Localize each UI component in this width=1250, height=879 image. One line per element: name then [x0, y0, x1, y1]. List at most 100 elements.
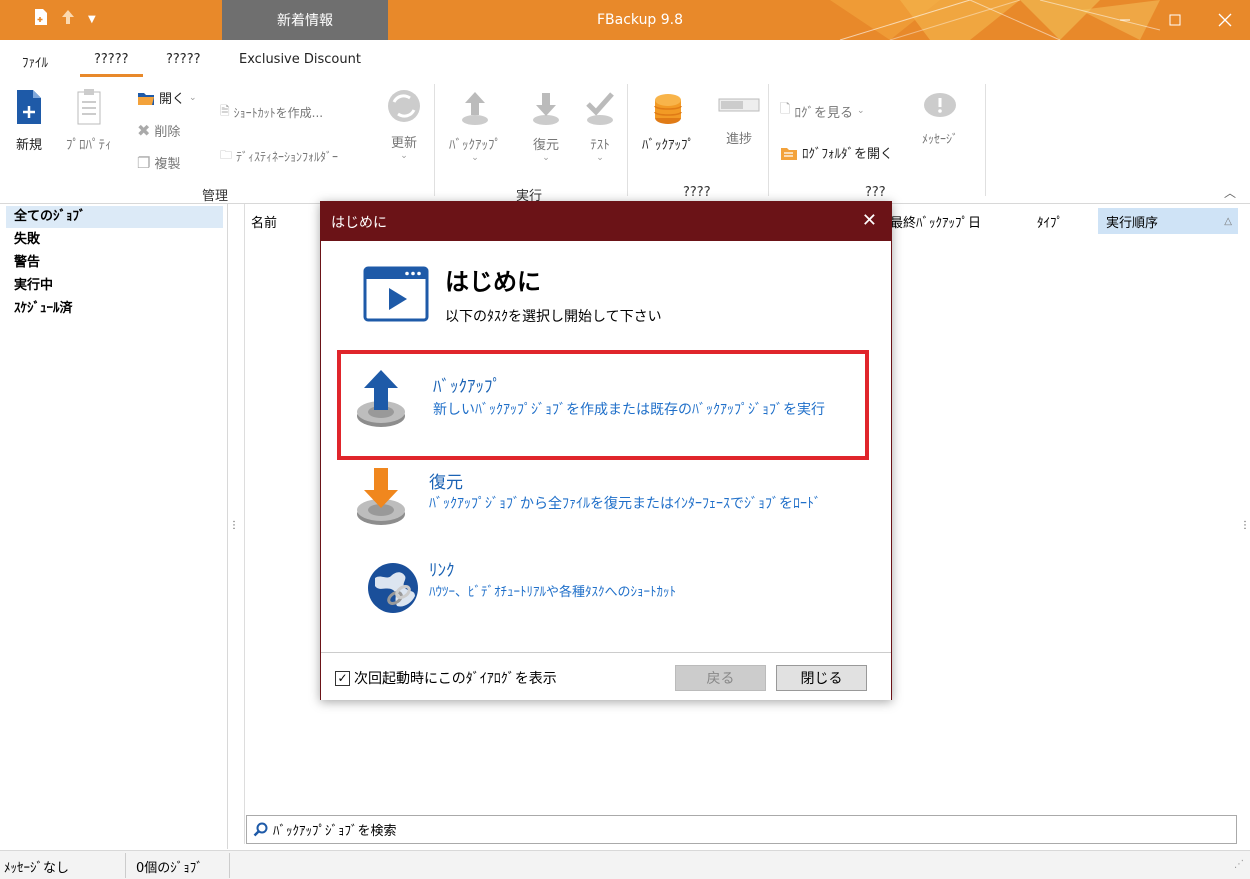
checkmark-icon — [586, 92, 614, 125]
update-button[interactable]: 更新 ⌄ — [386, 88, 422, 161]
getting-started-dialog: はじめに ✕ はじめに 以下のﾀｽｸを選択し開始して下さい ﾊﾞｯｸｱｯﾌﾟ 新… — [320, 201, 892, 700]
splitter-handle[interactable]: ⋮ — [229, 520, 239, 531]
chevron-down-icon: ⌄ — [471, 153, 479, 163]
view-log-button[interactable]: 🗋 ﾛｸﾞを見る ⌄ — [780, 100, 865, 122]
search-box[interactable]: ﾊﾞｯｸｱｯﾌﾟｼﾞｮﾌﾞを検索 — [246, 815, 1237, 844]
back-button[interactable]: 戻る — [675, 665, 766, 691]
ribbon-separator — [768, 84, 769, 196]
new-file-icon[interactable] — [34, 8, 48, 30]
title-bar: ▼ 新着情報 FBackup 9.8 — [0, 0, 1250, 40]
close-button[interactable]: 閉じる — [776, 665, 867, 691]
delete-label: 削除 — [154, 125, 181, 140]
create-shortcut-label: ｼｮｰﾄｶｯﾄを作成... — [233, 106, 324, 120]
messages-label: ﾒｯｾｰｼﾞ — [922, 132, 959, 146]
status-job-count: 0個のｼﾞｮﾌﾞ — [136, 861, 203, 876]
duplicate-button[interactable]: ❐ 複製 — [137, 153, 181, 173]
task-backup-description: 新しいﾊﾞｯｸｱｯﾌﾟｼﾞｮﾌﾞを作成または既存のﾊﾞｯｸｱｯﾌﾟｼﾞｮﾌﾞを実… — [433, 402, 825, 418]
sidebar-item-warning[interactable]: 警告 — [0, 251, 227, 274]
log-folder-icon — [781, 147, 797, 160]
open-log-folder-label: ﾛｸﾞﾌｫﾙﾀﾞを開く — [802, 147, 894, 162]
destination-folder-label: ﾃﾞｨｽﾃｨﾈｰｼｮﾝﾌｫﾙﾀﾞｰ — [236, 150, 339, 164]
task-backup[interactable]: ﾊﾞｯｸｱｯﾌﾟ 新しいﾊﾞｯｸｱｯﾌﾟｼﾞｮﾌﾞを作成または既存のﾊﾞｯｸｱｯ… — [337, 350, 869, 460]
checkbox-checked-icon: ✓ — [335, 670, 350, 686]
folder-icon: 🗀 — [220, 148, 233, 162]
dialog-close-icon[interactable]: ✕ — [862, 210, 877, 231]
tab-exclusive-discount[interactable]: Exclusive Discount — [239, 52, 361, 67]
chevron-down-icon: ⌄ — [542, 153, 550, 163]
log-icon: 🗋 — [780, 102, 791, 117]
close-icon — [1218, 13, 1232, 27]
progress-button[interactable]: 進捗 — [718, 98, 760, 147]
search-input[interactable]: ﾊﾞｯｸｱｯﾌﾟｼﾞｮﾌﾞを検索 — [273, 820, 397, 839]
sidebar-item-running[interactable]: 実行中 — [0, 274, 227, 297]
video-tutorial-icon — [363, 266, 429, 322]
sort-ascending-icon: △ — [1224, 215, 1232, 227]
create-shortcut-button[interactable]: 🗎 ｼｮｰﾄｶｯﾄを作成... — [220, 102, 323, 123]
delete-button[interactable]: ✖ 削除 — [137, 121, 180, 140]
globe-link-icon — [368, 563, 418, 613]
show-on-startup-label: 次回起動時にこのﾀﾞｲｱﾛｸﾞを表示 — [354, 671, 557, 687]
status-separator — [229, 853, 230, 878]
sidebar-item-failed[interactable]: 失敗 — [0, 228, 227, 251]
restore-button[interactable]: 復元 ⌄ — [530, 90, 562, 163]
upload-icon[interactable] — [60, 9, 76, 29]
resize-grip-icon[interactable]: ⋰ — [1234, 859, 1244, 870]
new-button[interactable]: 新規 — [14, 88, 44, 153]
dialog-title-bar: はじめに ✕ — [321, 202, 891, 241]
properties-label: ﾌﾟﾛﾊﾟﾃｨ — [66, 138, 112, 153]
shortcut-icon: 🗎 — [220, 104, 230, 118]
maximize-icon — [1169, 14, 1181, 26]
tab-home[interactable]: ????? — [80, 52, 142, 77]
column-run-order-label: 実行順序 — [1106, 215, 1159, 231]
right-splitter-handle[interactable]: ⋮ — [1240, 520, 1250, 531]
alert-bubble-icon — [924, 93, 956, 117]
progress-bar-icon — [718, 98, 760, 112]
run-backup-label: ﾊﾞｯｸｱｯﾌﾟ — [449, 138, 501, 153]
column-type[interactable]: ﾀｲﾌﾟ — [1037, 208, 1063, 234]
minimize-icon — [1120, 19, 1130, 21]
chevron-down-icon: ⌄ — [400, 151, 408, 161]
tab-file[interactable]: ﾌｧｲﾙ — [22, 52, 48, 71]
progress-label: 進捗 — [725, 132, 752, 147]
maximize-button[interactable] — [1150, 0, 1200, 40]
ribbon-separator — [627, 84, 628, 196]
quick-access-dropdown-icon[interactable]: ▼ — [88, 14, 96, 25]
globe-refresh-icon — [388, 90, 420, 122]
minimize-button[interactable] — [1100, 0, 1150, 40]
task-backup-title: ﾊﾞｯｸｱｯﾌﾟ — [433, 377, 501, 397]
task-links[interactable]: ﾘﾝｸ ﾊｳﾂｰ、ﾋﾞﾃﾞｵﾁｭｰﾄﾘｱﾙや各種ﾀｽｸへのｼｮｰﾄｶｯﾄ — [337, 554, 869, 624]
ribbon: 新規 ﾌﾟﾛﾊﾟﾃｨ 開く ⌄ ✖ 削除 ❐ 複製 🗎 ｼｮｰﾄｶｯﾄを作成..… — [0, 78, 1250, 204]
sidebar-item-all-jobs[interactable]: 全てのｼﾞｮﾌﾞ — [6, 206, 223, 228]
open-button[interactable]: 開く ⌄ — [137, 88, 197, 107]
group-label-manage: 管理 — [202, 189, 229, 204]
group-label-q3: ??? — [865, 185, 886, 200]
whats-new-tab[interactable]: 新着情報 — [222, 0, 388, 40]
column-last-backup[interactable]: 最終ﾊﾞｯｸｱｯﾌﾟ日 — [890, 208, 981, 234]
tab-view[interactable]: ????? — [166, 52, 201, 67]
test-button[interactable]: ﾃｽﾄ ⌄ — [584, 90, 616, 163]
view-log-label: ﾛｸﾞを見る — [794, 105, 853, 121]
backup-list-button[interactable]: ﾊﾞｯｸｱｯﾌﾟ — [642, 90, 694, 153]
restore-label: 復元 — [532, 138, 559, 153]
column-run-order[interactable]: 実行順序 △ — [1098, 208, 1238, 234]
coin-stack-icon — [654, 94, 682, 124]
sidebar-item-scheduled[interactable]: ｽｹｼﾞｭｰﾙ済 — [0, 297, 227, 320]
restore-download-icon — [357, 468, 405, 525]
duplicate-label: 複製 — [154, 157, 181, 172]
collapse-ribbon-icon[interactable]: ︿ — [1224, 184, 1236, 201]
ribbon-separator — [434, 84, 435, 196]
open-log-folder-button[interactable]: ﾛｸﾞﾌｫﾙﾀﾞを開く — [780, 143, 893, 162]
dialog-heading: はじめに — [445, 268, 541, 296]
status-separator — [125, 853, 126, 878]
properties-button[interactable]: ﾌﾟﾛﾊﾟﾃｨ — [66, 88, 112, 153]
search-icon — [253, 822, 268, 836]
messages-button[interactable]: ﾒｯｾｰｼﾞ — [922, 92, 958, 147]
open-label: 開く — [159, 92, 186, 107]
show-on-startup-checkbox[interactable]: ✓ 次回起動時にこのﾀﾞｲｱﾛｸﾞを表示 — [335, 668, 557, 688]
backup-upload-icon — [357, 370, 405, 427]
column-name[interactable]: 名前 — [251, 208, 277, 234]
run-backup-button[interactable]: ﾊﾞｯｸｱｯﾌﾟ ⌄ — [449, 90, 501, 163]
destination-folder-button[interactable]: 🗀 ﾃﾞｨｽﾃｨﾈｰｼｮﾝﾌｫﾙﾀﾞｰ — [220, 146, 338, 167]
close-window-button[interactable] — [1200, 0, 1250, 40]
task-restore[interactable]: 復元 ﾊﾞｯｸｱｯﾌﾟｼﾞｮﾌﾞから全ﾌｧｲﾙを復元またはｲﾝﾀｰﾌｪｰｽでｼﾞ… — [337, 464, 869, 544]
